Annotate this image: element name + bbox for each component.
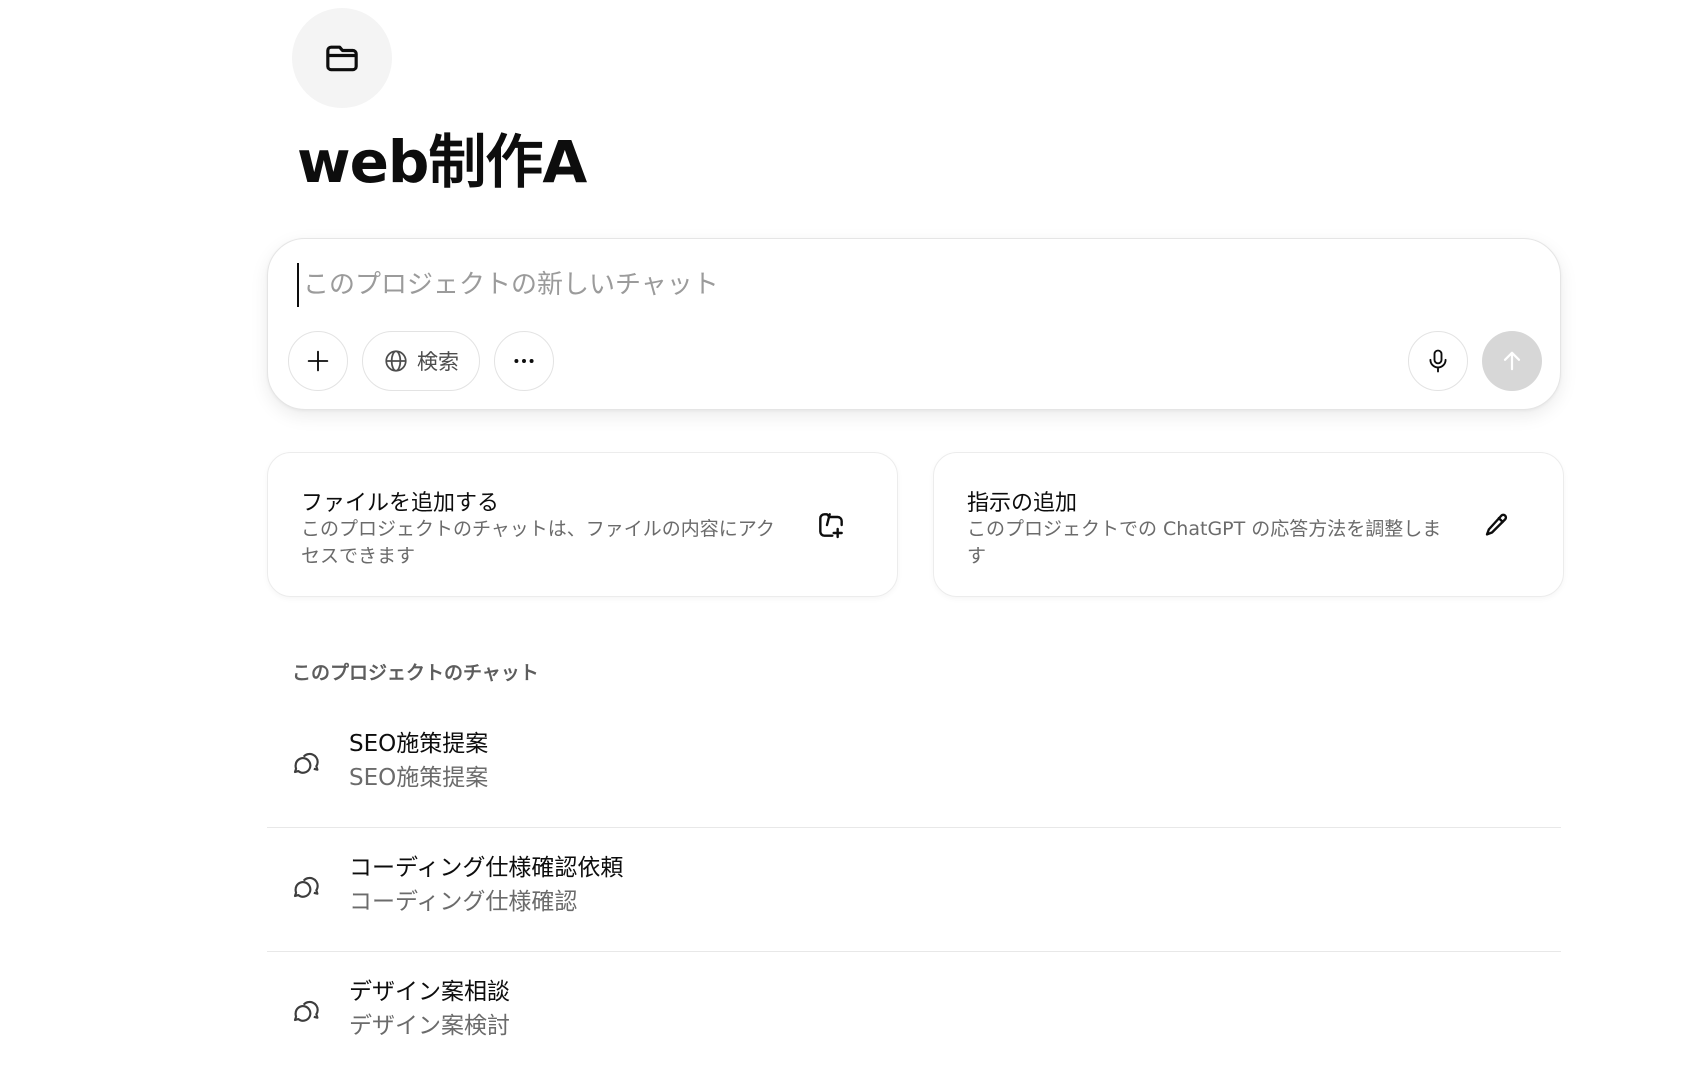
add-instructions-icon-wrap	[1471, 499, 1523, 551]
pencil-icon	[1485, 513, 1508, 536]
chat-bubbles-icon	[293, 1000, 319, 1022]
project-title[interactable]: web制作A	[297, 122, 587, 202]
add-instructions-title: 指示の追加	[967, 491, 1078, 516]
add-files-card[interactable]: ファイルを追加する このプロジェクトのチャットは、ファイルの内容にアクセスできま…	[267, 452, 898, 597]
voice-input-button[interactable]	[1408, 331, 1468, 391]
chat-subtitle: デザイン案検討	[349, 1013, 510, 1039]
add-instructions-description: このプロジェクトでの ChatGPT の応答方法を調整します	[967, 518, 1442, 567]
project-chats-heading: このプロジェクトのチャット	[292, 662, 539, 684]
chat-list-item[interactable]: SEO施策提案 SEO施策提案	[267, 708, 1561, 828]
project-icon-badge[interactable]	[292, 8, 392, 108]
chat-list-item[interactable]: デザイン案相談 デザイン案検討	[267, 956, 1561, 1076]
chat-bubbles-icon	[293, 752, 319, 774]
add-files-title: ファイルを追加する	[301, 491, 500, 516]
add-files-description: このプロジェクトのチャットは、ファイルの内容にアクセスできます	[301, 518, 775, 567]
add-file-icon	[819, 513, 843, 539]
search-button[interactable]: 検索	[362, 331, 480, 391]
chat-title: コーディング仕様確認依頼	[349, 855, 624, 881]
chat-subtitle: コーディング仕様確認	[349, 889, 578, 915]
chat-list-item[interactable]: コーディング仕様確認依頼 コーディング仕様確認	[267, 832, 1561, 952]
new-chat-input[interactable]	[297, 263, 1503, 307]
microphone-icon	[1429, 349, 1447, 373]
add-attachment-button[interactable]	[288, 331, 348, 391]
project-page: web制作A 検索	[0, 0, 1691, 1080]
send-button[interactable]	[1482, 331, 1542, 391]
chat-composer: 検索	[267, 238, 1561, 410]
search-button-label: 検索	[417, 350, 459, 374]
arrow-up-icon	[1503, 351, 1521, 371]
chat-title: SEO施策提案	[349, 731, 489, 757]
more-tools-button[interactable]	[494, 331, 554, 391]
add-files-icon-wrap	[805, 499, 857, 551]
add-instructions-card[interactable]: 指示の追加 このプロジェクトでの ChatGPT の応答方法を調整します	[933, 452, 1564, 597]
ellipsis-icon	[514, 359, 534, 363]
folder-icon	[326, 45, 358, 72]
plus-icon	[307, 350, 329, 372]
chat-subtitle: SEO施策提案	[349, 765, 489, 791]
chat-bubbles-icon	[293, 876, 319, 898]
globe-icon	[385, 350, 407, 372]
chat-title: デザイン案相談	[349, 979, 510, 1005]
